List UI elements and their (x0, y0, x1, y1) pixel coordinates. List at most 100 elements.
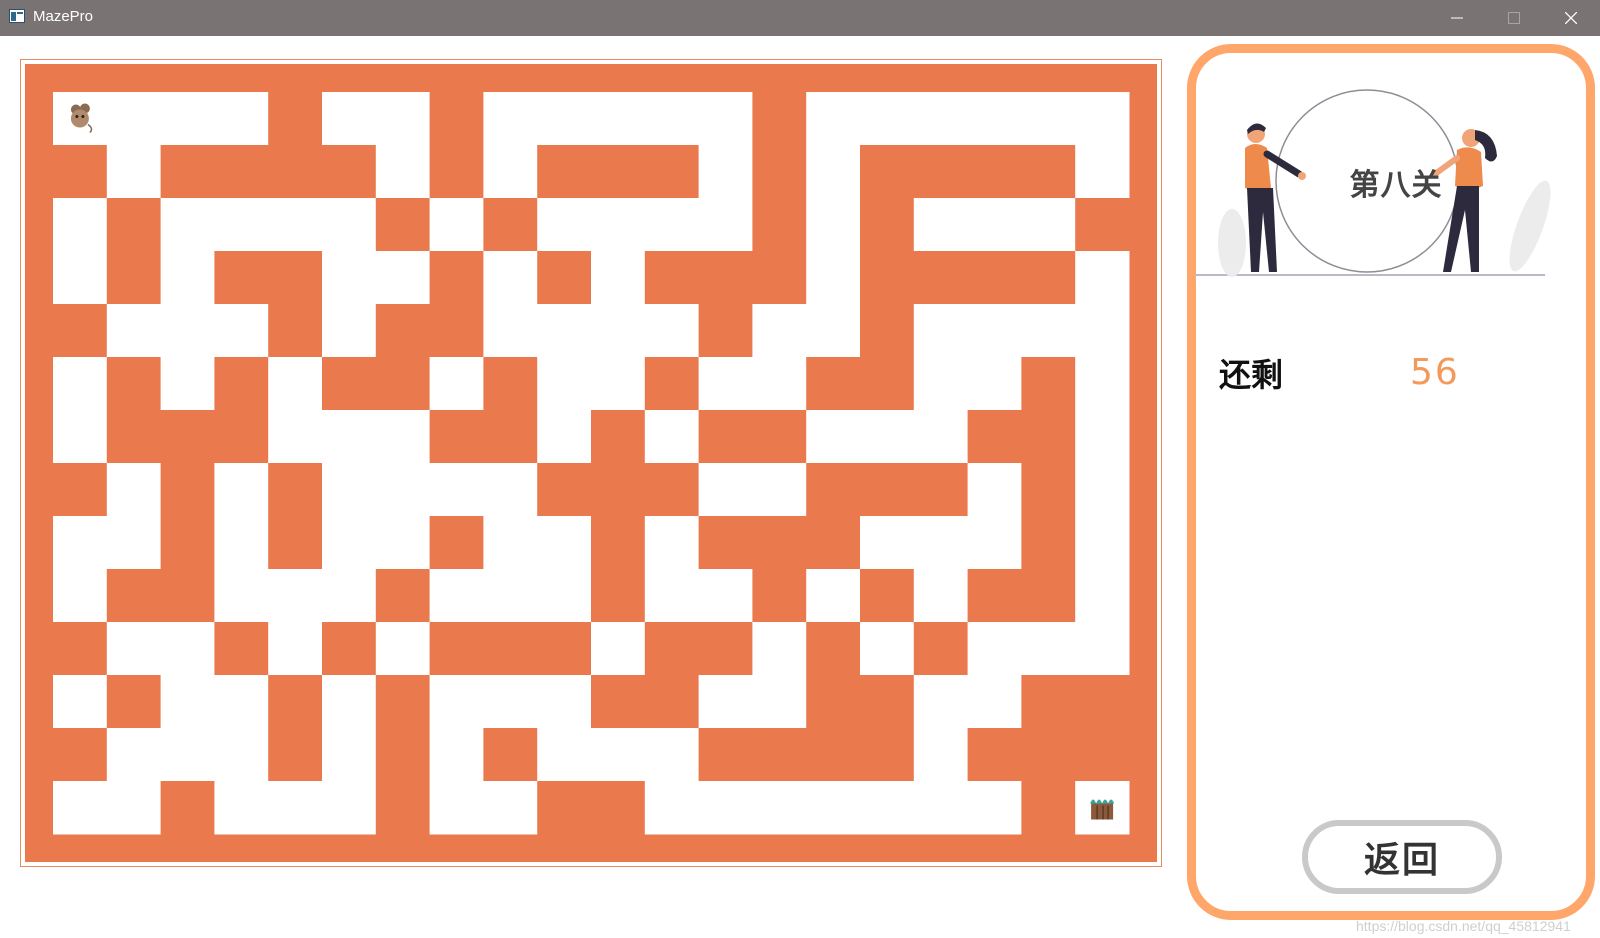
maze-path-cell[interactable] (53, 198, 108, 252)
maze-path-cell[interactable] (214, 728, 269, 782)
maze-path-cell[interactable] (967, 304, 1022, 358)
maze-path-cell[interactable] (752, 304, 807, 358)
maze-path-cell[interactable] (53, 357, 108, 411)
maze-path-cell[interactable] (53, 781, 108, 835)
maze-path-cell[interactable] (106, 516, 162, 570)
maze-path-cell[interactable] (483, 463, 538, 517)
maze-path-cell[interactable] (429, 357, 484, 411)
maze-path-cell[interactable] (429, 675, 484, 729)
maze-path-cell[interactable] (322, 516, 377, 570)
maze-path-cell[interactable] (913, 92, 969, 146)
maze-path-cell[interactable] (591, 251, 646, 305)
maze-path-cell[interactable] (375, 622, 431, 676)
maze-path-cell[interactable] (483, 781, 538, 835)
maze-path-cell[interactable] (268, 569, 323, 623)
maze-path-cell[interactable] (1075, 92, 1130, 146)
maze-path-cell[interactable] (698, 569, 753, 623)
maze-path-cell[interactable] (752, 781, 807, 835)
maze-path-cell[interactable] (644, 781, 700, 835)
maze-path-cell[interactable] (806, 145, 861, 199)
maze-path-cell[interactable] (537, 92, 592, 146)
maze-path-cell[interactable] (53, 410, 108, 464)
maze-board[interactable] (20, 59, 1162, 867)
maze-path-cell[interactable] (806, 198, 861, 252)
maze-path-cell[interactable] (1075, 357, 1130, 411)
maze-path-cell[interactable] (806, 569, 861, 623)
maze-path-cell[interactable] (913, 781, 969, 835)
maze-grid[interactable] (25, 64, 1157, 862)
maze-path-cell[interactable] (322, 92, 377, 146)
maze-path-cell[interactable] (806, 781, 861, 835)
maze-path-cell[interactable] (160, 198, 215, 252)
maze-path-cell[interactable] (698, 675, 753, 729)
maze-path-cell[interactable] (214, 516, 269, 570)
maze-path-cell[interactable] (322, 728, 377, 782)
maze-path-cell[interactable] (806, 251, 861, 305)
maze-path-cell[interactable] (375, 251, 431, 305)
maze-path-cell[interactable] (591, 92, 646, 146)
maze-path-cell[interactable] (537, 357, 592, 411)
maze-path-cell[interactable] (214, 304, 269, 358)
maze-path-cell[interactable] (967, 675, 1022, 729)
maze-path-cell[interactable] (268, 357, 323, 411)
maze-path-cell[interactable] (375, 92, 431, 146)
maze-path-cell[interactable] (967, 622, 1022, 676)
maze-path-cell[interactable] (967, 92, 1022, 146)
maze-path-cell[interactable] (967, 463, 1022, 517)
maze-path-cell[interactable] (913, 410, 969, 464)
maze-path-cell[interactable] (913, 569, 969, 623)
maze-path-cell[interactable] (913, 516, 969, 570)
maze-path-cell[interactable] (214, 781, 269, 835)
maze-path-cell[interactable] (322, 781, 377, 835)
maze-path-cell[interactable] (375, 410, 431, 464)
maze-path-cell[interactable] (644, 304, 700, 358)
maze-path-cell[interactable] (1021, 92, 1076, 146)
maze-path-cell[interactable] (268, 198, 323, 252)
maze-path-cell[interactable] (1075, 622, 1130, 676)
maze-path-cell[interactable] (53, 516, 108, 570)
maze-path-cell[interactable] (375, 516, 431, 570)
maze-path-cell[interactable] (644, 728, 700, 782)
maze-path-cell[interactable] (752, 622, 807, 676)
maze-path-cell[interactable] (160, 92, 215, 146)
maze-path-cell[interactable] (1075, 410, 1130, 464)
maze-path-cell[interactable] (214, 198, 269, 252)
maze-path-cell[interactable] (106, 304, 162, 358)
maze-path-cell[interactable] (483, 304, 538, 358)
maze-path-cell[interactable] (375, 463, 431, 517)
maze-path-cell[interactable] (53, 675, 108, 729)
maze-path-cell[interactable] (967, 516, 1022, 570)
close-button[interactable] (1546, 0, 1596, 36)
maze-path-cell[interactable] (106, 92, 162, 146)
maze-path-cell[interactable] (322, 304, 377, 358)
back-button[interactable]: 返回 (1302, 820, 1502, 894)
maze-path-cell[interactable] (860, 92, 915, 146)
maze-path-cell[interactable] (860, 516, 915, 570)
maze-path-cell[interactable] (537, 304, 592, 358)
maze-path-cell[interactable] (268, 622, 323, 676)
maze-path-cell[interactable] (591, 728, 646, 782)
maze-path-cell[interactable] (913, 728, 969, 782)
maze-path-cell[interactable] (483, 251, 538, 305)
maze-path-cell[interactable] (322, 569, 377, 623)
maze-path-cell[interactable] (967, 781, 1022, 835)
maze-path-cell[interactable] (644, 410, 700, 464)
maze-path-cell[interactable] (160, 675, 215, 729)
maze-path-cell[interactable] (160, 357, 215, 411)
maze-path-cell[interactable] (698, 781, 753, 835)
maze-path-cell[interactable] (214, 569, 269, 623)
maze-path-cell[interactable] (591, 198, 646, 252)
maze-path-cell[interactable] (160, 304, 215, 358)
maze-path-cell[interactable] (644, 516, 700, 570)
maze-path-cell[interactable] (1021, 198, 1076, 252)
maze-path-cell[interactable] (537, 410, 592, 464)
maze-path-cell[interactable] (1075, 569, 1130, 623)
maze-path-cell[interactable] (967, 357, 1022, 411)
maze-path-cell[interactable] (160, 622, 215, 676)
maze-path-cell[interactable] (268, 781, 323, 835)
maze-path-cell[interactable] (214, 92, 269, 146)
maze-path-cell[interactable] (429, 463, 484, 517)
maze-path-cell[interactable] (429, 569, 484, 623)
maze-path-cell[interactable] (752, 675, 807, 729)
maze-path-cell[interactable] (106, 463, 162, 517)
